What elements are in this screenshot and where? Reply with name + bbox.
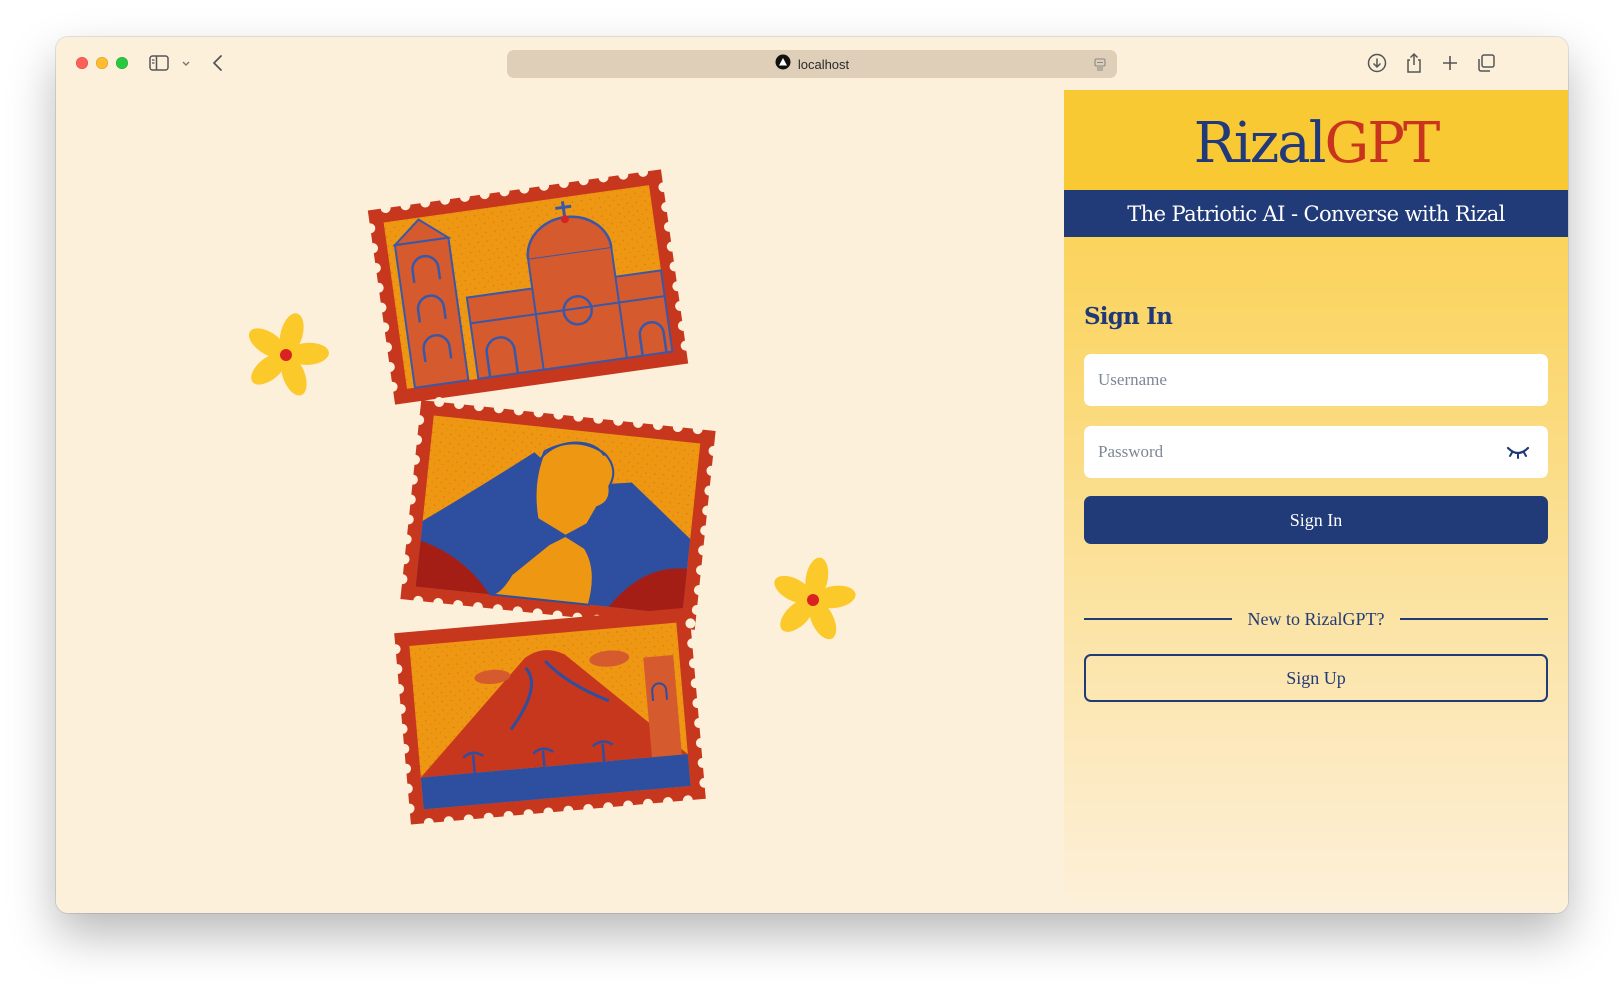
chevron-down-icon[interactable] — [179, 50, 193, 76]
tagline-bar: The Patriotic AI - Converse with Rizal — [1064, 190, 1568, 237]
share-icon[interactable] — [1403, 50, 1425, 76]
minimize-window-button[interactable] — [96, 57, 108, 69]
eye-closed-icon[interactable] — [1504, 440, 1532, 464]
signup-button[interactable]: Sign Up — [1084, 654, 1548, 702]
tagline: The Patriotic AI - Converse with Rizal — [1127, 201, 1505, 226]
brand-logo: RizalGPT — [1194, 116, 1441, 172]
site-logo-icon — [775, 54, 791, 75]
stamp-church-icon — [365, 166, 691, 405]
close-window-button[interactable] — [76, 57, 88, 69]
login-panel: RizalGPT The Patriotic AI - Converse wit… — [1064, 90, 1568, 913]
username-input[interactable] — [1084, 354, 1548, 406]
stamp-volcano-icon — [390, 607, 710, 828]
divider-line-left — [1084, 618, 1232, 620]
brand-name-part2: GPT — [1324, 111, 1441, 176]
flower-left-icon — [248, 313, 329, 396]
download-icon[interactable] — [1366, 50, 1388, 76]
back-icon[interactable] — [208, 50, 228, 76]
divider-line-right — [1400, 618, 1548, 620]
browser-window: localhost RizalGPT The Patriotic AI - Co… — [56, 37, 1568, 913]
new-tab-icon[interactable] — [1439, 50, 1461, 76]
signin-title: Sign In — [1084, 303, 1173, 330]
signin-button[interactable]: Sign In — [1084, 496, 1548, 544]
page: RizalGPT The Patriotic AI - Converse wit… — [56, 90, 1568, 913]
reader-icon[interactable] — [1093, 57, 1107, 76]
zoom-window-button[interactable] — [116, 57, 128, 69]
stamp-portrait-icon — [397, 396, 719, 634]
hero-illustration — [56, 90, 1064, 913]
password-input[interactable] — [1084, 426, 1548, 478]
signup-divider: New to RizalGPT? — [1084, 608, 1548, 630]
flower-right-icon — [774, 557, 856, 640]
brand-header: RizalGPT — [1064, 90, 1568, 190]
tab-overview-icon[interactable] — [1475, 50, 1497, 76]
sidebar-toggle-icon[interactable] — [148, 50, 170, 76]
address-text: localhost — [797, 56, 850, 72]
signup-prompt: New to RizalGPT? — [1247, 608, 1385, 629]
brand-name-part1: Rizal — [1193, 111, 1327, 176]
address-bar[interactable]: localhost — [507, 50, 1117, 78]
browser-toolbar: localhost — [56, 37, 1568, 90]
